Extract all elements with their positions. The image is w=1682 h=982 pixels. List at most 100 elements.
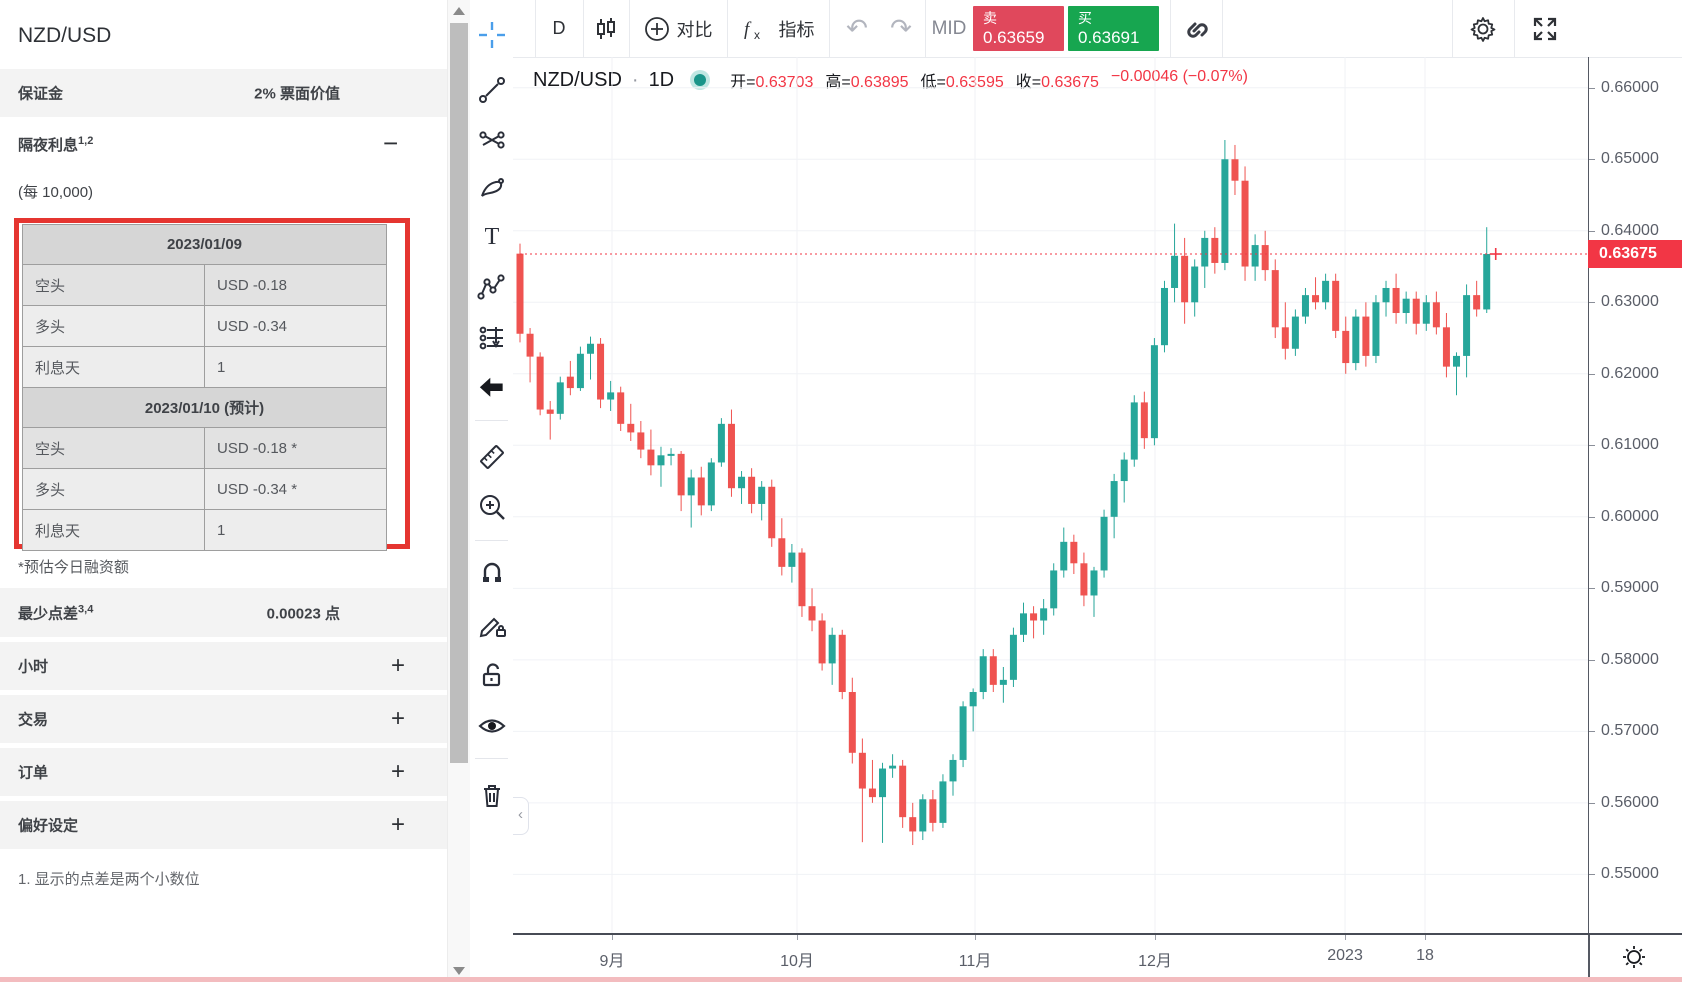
candlestick-chart[interactable]	[513, 57, 1588, 933]
candle	[778, 538, 785, 567]
zoom-in-tool-button[interactable]	[477, 492, 507, 522]
candle	[708, 462, 715, 505]
long-position-tool-button[interactable]	[477, 323, 507, 353]
price-axis-tick	[1589, 588, 1595, 589]
candle	[678, 454, 685, 495]
candle	[1383, 288, 1390, 302]
min-spread-label: 最少点差3,4	[18, 602, 93, 623]
indicators-button[interactable]: f x 指标	[727, 0, 829, 57]
expand-icon[interactable]: +	[391, 652, 405, 680]
row-key: 多头	[23, 306, 205, 347]
price-axis-tick	[1589, 660, 1595, 661]
row-value: USD -0.34 *	[205, 469, 387, 510]
expand-icon[interactable]: +	[391, 811, 405, 839]
redo-button[interactable]: ↷	[879, 0, 923, 57]
trend-line-tool-button[interactable]	[477, 75, 507, 105]
magnet-tool-button[interactable]	[477, 557, 507, 587]
candle	[1030, 613, 1037, 620]
time-axis[interactable]: 9月10月11月12月202318	[513, 933, 1682, 979]
price-axis[interactable]: 0.660000.650000.640000.630000.620000.610…	[1588, 57, 1682, 933]
candle	[1090, 570, 1097, 595]
instrument-title: NZD/USD	[18, 24, 111, 48]
candle	[929, 799, 936, 823]
instrument-info-sidebar: NZD/USD 保证金 2% 票面价值 隔夜利息1,2 − (每 10,000)…	[0, 0, 447, 982]
spread-footnote: 1. 显示的点差是两个小数位	[18, 868, 200, 889]
svg-text:x: x	[754, 28, 760, 42]
scroll-up-button[interactable]	[448, 0, 470, 22]
candle	[1372, 302, 1379, 356]
pencil-lock-icon	[477, 610, 507, 640]
interval-button[interactable]: D	[535, 0, 583, 57]
table-date-header: 2023/01/10 (预计)	[23, 388, 387, 428]
chart-pane: D 对比 f x 指标	[513, 0, 1682, 982]
candle	[1040, 608, 1047, 620]
accordion-hours[interactable]: 小时 +	[0, 642, 447, 690]
gear-icon	[1468, 14, 1498, 44]
price-axis-tick	[1589, 874, 1595, 875]
candle	[1262, 245, 1269, 270]
chart-style-button[interactable]	[583, 0, 629, 57]
candle	[1453, 356, 1460, 367]
expand-icon[interactable]: +	[391, 705, 405, 733]
chart-toolbar: D 对比 f x 指标	[513, 0, 1682, 58]
sidebar-scrollbar[interactable]	[447, 0, 470, 982]
candle	[577, 354, 584, 388]
compare-button[interactable]: 对比	[629, 0, 727, 57]
candle	[1473, 295, 1480, 309]
link-icon	[1182, 15, 1210, 43]
price-axis-label: 0.59000	[1601, 579, 1659, 597]
estimate-note: *预估今日融资额	[18, 556, 129, 577]
price-axis-tick	[1589, 88, 1595, 89]
buy-button[interactable]: 买 0.63691	[1068, 6, 1159, 51]
scrollbar-thumb[interactable]	[450, 23, 468, 763]
candle	[1362, 317, 1369, 356]
candle	[1221, 159, 1228, 263]
crosshair-tool-button[interactable]	[477, 20, 507, 50]
candle	[1050, 570, 1057, 608]
candle	[950, 760, 957, 781]
candle	[617, 392, 624, 423]
table-row: 空头 USD -0.18 *	[23, 428, 387, 469]
measure-tool-button[interactable]	[477, 442, 507, 472]
expand-icon[interactable]: +	[391, 758, 405, 786]
accordion-trading[interactable]: 交易 +	[0, 695, 447, 743]
price-axis-tick	[1589, 159, 1595, 160]
candle	[879, 769, 886, 798]
text-tool-button[interactable]: T	[477, 222, 507, 252]
sell-button[interactable]: 卖 0.63659	[973, 6, 1064, 51]
xabcd-pattern-icon	[477, 272, 507, 302]
overnight-collapse-button[interactable]: −	[383, 128, 398, 159]
hide-all-tool-button[interactable]	[477, 711, 507, 741]
crossed-lines-icon	[478, 126, 506, 154]
row-value: 1	[205, 347, 387, 388]
price-axis-label: 0.57000	[1601, 722, 1659, 740]
candle	[1332, 281, 1339, 331]
candle	[1201, 238, 1208, 267]
remove-drawings-button[interactable]	[477, 780, 507, 810]
accordion-orders[interactable]: 订单 +	[0, 748, 447, 796]
undo-button[interactable]: ↶	[835, 0, 879, 57]
arrow-marker-tool-button[interactable]	[477, 373, 507, 403]
overnight-per-unit: (每 10,000)	[18, 181, 93, 202]
toolbar-collapse-handle[interactable]: ‹	[513, 797, 529, 835]
brightness-icon[interactable]	[1620, 943, 1648, 971]
brush-tool-button[interactable]	[477, 173, 507, 203]
candle	[889, 766, 896, 769]
accordion-preferences[interactable]: 偏好设定 +	[0, 801, 447, 849]
ruler-icon	[477, 442, 507, 472]
candle	[1423, 302, 1430, 323]
gann-fib-tool-button[interactable]	[477, 125, 507, 155]
price-axis-label: 0.62000	[1601, 365, 1659, 383]
lock-all-tool-button[interactable]	[477, 660, 507, 690]
candle	[1060, 542, 1067, 571]
time-axis-tick	[612, 935, 613, 940]
candle	[587, 344, 594, 354]
drawing-mode-tool-button[interactable]	[477, 610, 507, 640]
candle	[1151, 345, 1158, 438]
pattern-tool-button[interactable]	[477, 272, 507, 302]
fullscreen-button[interactable]	[1514, 0, 1576, 57]
crosshair-icon	[478, 21, 506, 49]
chart-settings-button[interactable]	[1452, 0, 1514, 57]
candle	[1443, 327, 1450, 366]
link-chart-button[interactable]	[1170, 0, 1222, 57]
